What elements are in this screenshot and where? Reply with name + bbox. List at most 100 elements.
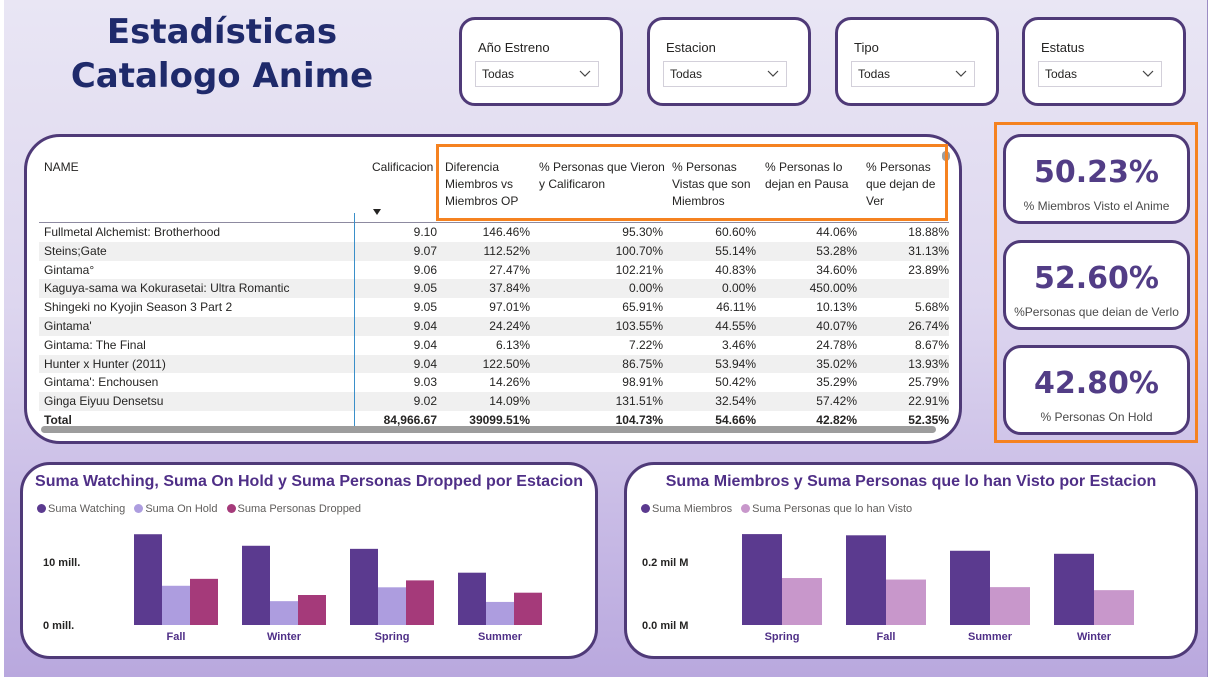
x-category-label: Fall [167,631,186,643]
legend-label: Suma Personas que lo han Visto [752,503,913,515]
row-value-cell: 9.03 [413,375,437,390]
kpi-value: 42.80% [1034,366,1159,401]
table-row[interactable]: Steins;Gate 9.07 112.52% 100.70% 55.14% 53.28… [39,241,949,261]
table-row[interactable]: Gintama' 9.04 24.24% 103.55% 44.55% 40.07% 26.… [39,316,949,336]
bar-suma-personas-que-lo-han-visto-winter[interactable] [1094,590,1134,625]
col-header-vieron-calificaron[interactable]: % Personas que Vieron y Calificaron [539,159,667,193]
col-header-dejan-ver[interactable]: % Personas que dejan de Ver [866,159,948,210]
legend-item[interactable]: Suma Miembros [641,503,732,515]
bar-suma-on-hold-fall[interactable] [162,585,190,625]
bar-suma-miembros-summer[interactable] [950,550,990,625]
bar-suma-watching-winter[interactable] [242,545,270,625]
legend-item[interactable]: Suma Personas Dropped [226,503,361,515]
row-value-cell: 53.94% [715,356,756,371]
row-name-cell: Fullmetal Alchemist: Brotherhood [44,225,221,239]
table-row[interactable]: Shingeki no Kyojin Season 3 Part 2 9.05 97… [39,298,949,317]
table-row[interactable]: Ginga Eiyuu Densetsu 9.02 14.09% 131.51% 32.… [39,392,949,411]
slicer-dropdown[interactable]: Todas [1038,61,1162,87]
chevron-down-icon [767,70,779,77]
chevron-down-icon [955,70,967,77]
row-name-cell: Shingeki no Kyojin Season 3 Part 2 [44,300,233,315]
slicer-label: Año Estreno [478,40,550,55]
row-value-cell: 7.22% [628,337,663,352]
row-value-cell: 35.29% [816,375,857,390]
table-row[interactable]: Gintama': Enchousen 9.03 14.26% 98.91% 50.42… [39,373,949,392]
row-value-cell: 40.83% [715,262,756,277]
bar-suma-miembros-winter[interactable] [1054,553,1094,625]
slicer-dropdown[interactable]: Todas [475,61,599,87]
bar-suma-personas-que-lo-han-visto-spring[interactable] [782,578,822,625]
kpi-value: 50.23% [1034,155,1159,190]
row-value-cell: 57.42% [816,394,857,409]
chart-card-miembros-visto: Suma Miembros y Suma Personas que lo han… [624,462,1198,659]
col-header-calificacion[interactable]: Calificacion [372,159,433,176]
table-row[interactable]: Kaguya-sama wa Kokurasetai: Ultra Romant… [39,279,949,299]
row-value-cell: 14.26% [489,375,530,390]
legend-item[interactable]: Suma On Hold [134,503,217,515]
bar-suma-watching-spring[interactable] [350,548,378,625]
slicer-dropdown[interactable]: Todas [663,61,787,87]
bar-chart-1: 10 mill. 0 mill. Fall Winter Spring Summer [43,534,542,643]
row-value-cell: 86.75% [622,356,663,371]
row-value-cell: 53.28% [816,243,857,258]
bar-suma-watching-fall[interactable] [134,534,162,625]
row-value-cell: 40.07% [816,318,857,333]
row-value-cell: 450.00% [809,281,857,296]
vertical-scrollbar[interactable] [942,151,950,161]
row-name-cell: Gintama': Enchousen [44,375,159,390]
row-value-cell: 9.02 [413,394,437,409]
row-value-cell: 98.91% [622,375,663,390]
bar-suma-on-hold-winter[interactable] [270,601,298,625]
kpi-card-miembros-visto: 50.23% % Miembros Visto el Anime [1003,134,1190,224]
row-value-cell: 27.47% [489,262,530,277]
bar-suma-personas-dropped-fall[interactable] [190,578,218,625]
slicer-label: Tipo [854,40,879,55]
table-row[interactable]: Fullmetal Alchemist: Brotherhood 9.10 146.… [39,223,949,242]
row-name-cell: Gintama' [44,318,92,333]
legend-item[interactable]: Suma Watching [37,503,125,515]
row-value-cell: 14.09% [489,394,530,409]
slicer-value: Todas [1045,67,1078,81]
bar-suma-personas-dropped-summer[interactable] [514,592,542,625]
row-value-cell: 37.84% [489,281,530,296]
table-row[interactable]: Hunter x Hunter (2011) 9.04 122.50% 86.75% 5… [39,354,949,374]
legend-dot [641,504,650,513]
slicer-value: Todas [858,67,891,81]
col-header-name[interactable]: NAME [44,159,79,176]
legend-label: Suma Watching [48,503,126,515]
col-header-pausa[interactable]: % Personas lo dejan en Pausa [765,159,855,193]
bar-suma-watching-summer[interactable] [458,572,486,625]
table-row[interactable]: Gintama: The Final 9.04 6.13% 7.22% 3.46% 24.… [39,336,949,355]
bar-suma-personas-que-lo-han-visto-fall[interactable] [886,579,926,625]
row-value-cell: 122.50% [482,356,530,371]
chevron-down-icon [1142,70,1154,77]
bar-suma-on-hold-spring[interactable] [378,587,406,625]
slicer-dropdown[interactable]: Todas [851,61,975,87]
chart-legend: Suma Watching Suma On Hold Suma Personas… [37,503,367,515]
bar-suma-miembros-spring[interactable] [742,534,782,625]
horizontal-scrollbar[interactable] [41,426,936,433]
row-value-cell: 46.11% [716,300,756,315]
bar-suma-miembros-fall[interactable] [846,535,886,625]
row-value-cell: 9.05 [413,281,437,296]
bar-suma-personas-que-lo-han-visto-summer[interactable] [990,587,1030,625]
x-category-label: Summer [968,631,1013,643]
row-value-cell: 44.55% [715,318,756,333]
legend-item[interactable]: Suma Personas que lo han Visto [741,503,912,515]
sort-descending-icon[interactable] [373,209,381,215]
bar-suma-on-hold-summer[interactable] [486,601,514,625]
row-value-cell: 95.30% [622,225,663,239]
row-value-cell: 9.05 [413,300,437,315]
legend-dot [37,504,46,513]
row-value-cell: 60.60% [715,225,756,239]
bar-suma-personas-dropped-spring[interactable] [406,580,434,625]
row-value-cell: 131.51% [615,394,663,409]
col-header-diferencia[interactable]: Diferencia Miembros vs Miembros OP [445,159,529,210]
row-value-cell: 55.14% [715,243,756,258]
bar-suma-personas-dropped-winter[interactable] [298,595,326,625]
row-value-cell: 9.07 [413,243,437,258]
table-row[interactable]: Gintama° 9.06 27.47% 102.21% 40.83% 34.60% 23.… [39,261,949,280]
row-value-cell: 23.89% [908,262,949,277]
col-header-vistas-miembros[interactable]: % Personas Vistas que son Miembros [672,159,762,210]
kpi-card-dejan-verlo: 52.60% %Personas que deian de Verlo [1003,240,1190,330]
